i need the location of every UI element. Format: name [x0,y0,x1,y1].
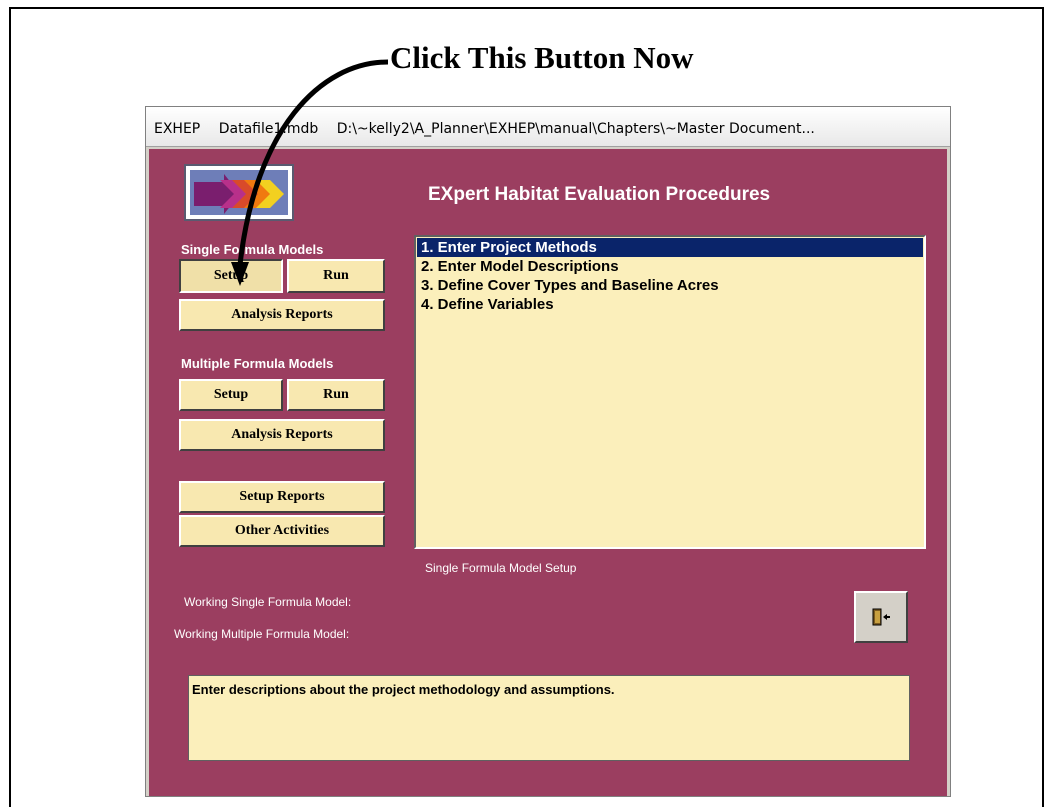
description-box: Enter descriptions about the project met… [188,675,910,761]
multiple-run-button[interactable]: Run [287,379,385,411]
list-item[interactable]: 3. Define Cover Types and Baseline Acres [417,276,923,295]
single-run-button[interactable]: Run [287,259,385,293]
app-window: EXHEP Datafile1.mdb D:\~kelly2\A_Planner… [145,106,951,797]
list-item[interactable]: 1. Enter Project Methods [417,238,923,257]
single-setup-button[interactable]: Setup [179,259,283,293]
list-item[interactable]: 2. Enter Model Descriptions [417,257,923,276]
app-title: EXpert Habitat Evaluation Procedures [428,184,771,205]
multiple-setup-button[interactable]: Setup [179,379,283,411]
multiple-formula-label: Multiple Formula Models [181,356,334,371]
working-multiple-label: Working Multiple Formula Model: [174,627,350,641]
arrows-logo-icon [194,174,284,214]
list-caption: Single Formula Model Setup [425,561,577,575]
logo [184,164,294,221]
main-form: EXpert Habitat Evaluation Procedures Sin… [149,149,947,796]
steps-listbox[interactable]: 1. Enter Project Methods 2. Enter Model … [414,235,926,549]
multiple-analysis-reports-button[interactable]: Analysis Reports [179,419,385,451]
title-bar: EXHEP Datafile1.mdb D:\~kelly2\A_Planner… [146,107,950,147]
exit-door-icon [872,608,890,626]
title-file: Datafile1.mdb [218,121,319,137]
other-activities-button[interactable]: Other Activities [179,515,385,547]
setup-reports-button[interactable]: Setup Reports [179,481,385,513]
working-single-label: Working Single Formula Model: [184,595,352,609]
exit-button[interactable] [854,591,908,643]
title-path: D:\~kelly2\A_Planner\EXHEP\manual\Chapte… [336,121,815,137]
single-analysis-reports-button[interactable]: Analysis Reports [179,299,385,331]
callout-text: Click This Button Now [390,40,694,75]
title-app: EXHEP [154,121,201,137]
list-item[interactable]: 4. Define Variables [417,295,923,314]
single-formula-label: Single Formula Models [181,242,324,257]
